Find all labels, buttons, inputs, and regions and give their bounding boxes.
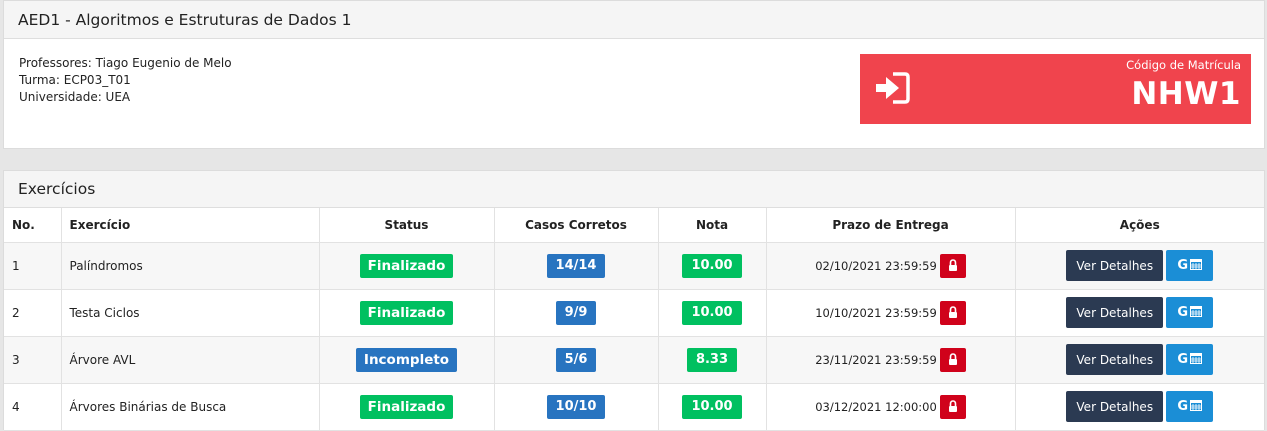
grade-badge: 10.00 (682, 300, 742, 325)
header-exercise: Exercício (61, 208, 320, 243)
course-info: Professores: Tiago Eugenio de Melo Turma… (19, 55, 232, 106)
professors-text: Professores: Tiago Eugenio de Melo (19, 56, 232, 70)
deadline-text: 03/12/2021 12:00:00 (815, 399, 937, 414)
lock-icon (939, 253, 966, 278)
lock-icon (939, 347, 966, 372)
status-badge: Finalizado (359, 253, 454, 278)
calendar-icon (1190, 352, 1203, 368)
row-number: 2 (4, 289, 62, 337)
table-row: 1 Palíndromos Finalizado 14/14 10.00 02/… (4, 242, 1264, 290)
grade-badge: 10.00 (682, 394, 742, 419)
course-title: AED1 - Algoritmos e Estruturas de Dados … (4, 1, 1264, 39)
grade-badge: 8.33 (686, 347, 738, 372)
table-row: 2 Testa Ciclos Finalizado 9/9 10.00 10/1… (4, 289, 1264, 337)
google-calendar-button[interactable]: G (1166, 391, 1214, 422)
header-cases: Casos Corretos (494, 208, 659, 243)
details-button[interactable]: Ver Detalhes (1066, 297, 1164, 328)
status-badge: Finalizado (359, 300, 454, 325)
calendar-letter: G (1177, 305, 1189, 320)
deadline-text: 23/11/2021 23:59:59 (815, 352, 937, 367)
cases-badge: 14/14 (546, 253, 606, 278)
calendar-letter: G (1177, 352, 1189, 367)
table-row: 4 Árvores Binárias de Busca Finalizado 1… (4, 383, 1264, 431)
calendar-icon (1190, 258, 1203, 274)
header-grade: Nota (658, 208, 767, 243)
enrollment-code: NHW1 (1131, 76, 1241, 112)
header-status: Status (319, 208, 495, 243)
calendar-letter: G (1177, 399, 1189, 414)
exercise-name: Palíndromos (61, 242, 320, 290)
cases-badge: 5/6 (555, 347, 597, 372)
exercises-title: Exercícios (4, 171, 1264, 208)
course-panel: AED1 - Algoritmos e Estruturas de Dados … (3, 0, 1265, 149)
table-header-row: No. Exercício Status Casos Corretos Nota… (4, 208, 1264, 243)
deadline-text: 10/10/2021 23:59:59 (815, 305, 937, 320)
status-badge: Incompleto (355, 347, 458, 372)
deadline-text: 02/10/2021 23:59:59 (815, 258, 937, 273)
row-number: 1 (4, 242, 62, 290)
header-no: No. (4, 208, 62, 243)
header-deadline: Prazo de Entrega (766, 208, 1016, 243)
university-text: Universidade: UEA (19, 90, 131, 104)
details-button[interactable]: Ver Detalhes (1066, 344, 1164, 375)
exercise-name: Árvores Binárias de Busca (61, 383, 320, 431)
calendar-icon (1190, 305, 1203, 321)
lock-icon (939, 394, 966, 419)
enrollment-label: Código de Matrícula (1126, 58, 1241, 72)
details-button[interactable]: Ver Detalhes (1066, 250, 1164, 281)
row-number: 3 (4, 336, 62, 384)
cases-badge: 10/10 (546, 394, 606, 419)
row-number: 4 (4, 383, 62, 431)
details-button[interactable]: Ver Detalhes (1066, 391, 1164, 422)
calendar-icon (1190, 399, 1203, 415)
sign-in-icon (874, 72, 910, 104)
enrollment-code-box: Código de Matrícula NHW1 (860, 54, 1251, 124)
google-calendar-button[interactable]: G (1166, 297, 1214, 328)
calendar-letter: G (1177, 258, 1189, 273)
table-row: 3 Árvore AVL Incompleto 5/6 8.33 23/11/2… (4, 336, 1264, 384)
lock-icon (939, 300, 966, 325)
google-calendar-button[interactable]: G (1166, 344, 1214, 375)
exercises-panel: Exercícios No. Exercício Status Casos Co… (3, 170, 1265, 431)
header-actions: Ações (1015, 208, 1264, 243)
exercises-table: No. Exercício Status Casos Corretos Nota… (4, 208, 1264, 431)
class-text: Turma: ECP03_T01 (19, 73, 131, 87)
exercise-name: Árvore AVL (61, 336, 320, 384)
exercise-name: Testa Ciclos (61, 289, 320, 337)
cases-badge: 9/9 (555, 300, 597, 325)
google-calendar-button[interactable]: G (1166, 250, 1214, 281)
grade-badge: 10.00 (682, 253, 742, 278)
status-badge: Finalizado (359, 394, 454, 419)
